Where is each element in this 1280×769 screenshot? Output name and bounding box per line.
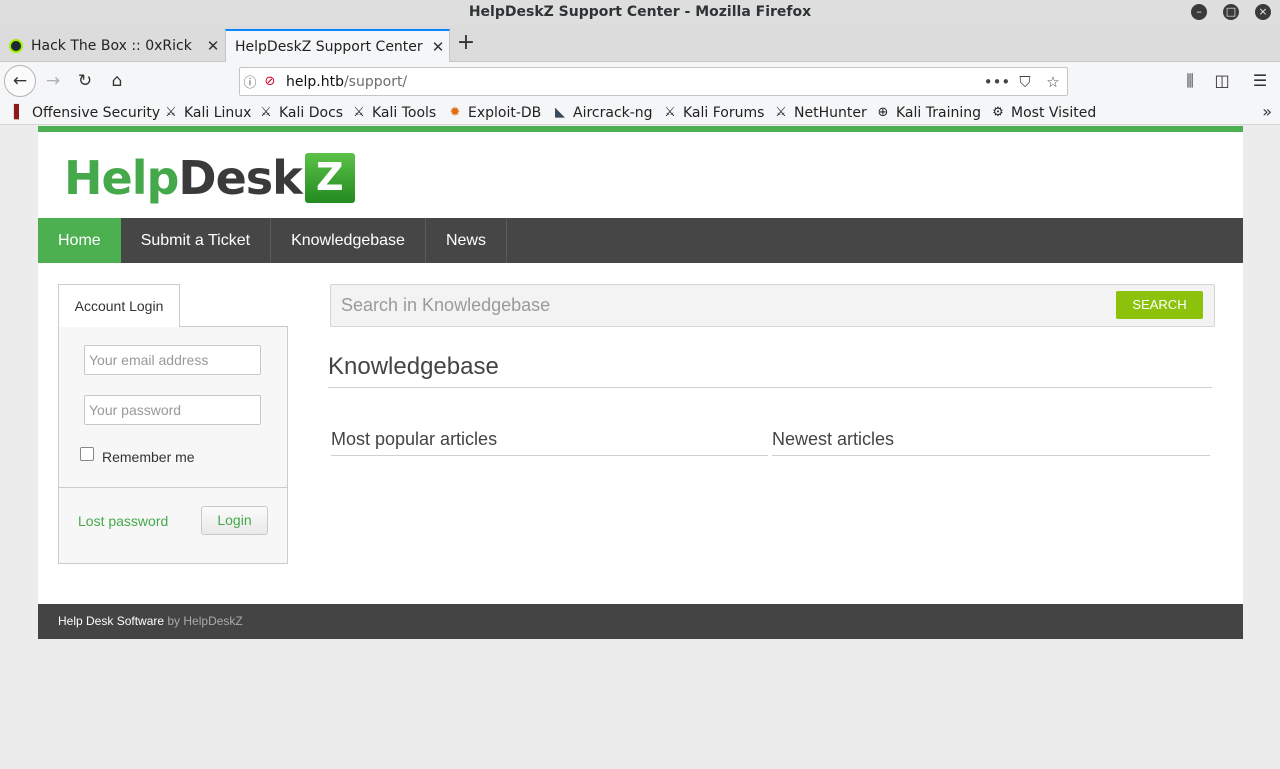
bookmarks-overflow-icon[interactable]: » [1262, 102, 1272, 121]
logo-text-help: Help [64, 151, 179, 205]
password-field[interactable] [84, 395, 261, 425]
htb-favicon-icon [9, 38, 23, 53]
login-panel: Remember me Lost password Login [58, 326, 288, 564]
offsec-icon: ▌ [14, 105, 24, 120]
bookmark-label: Kali Training [896, 105, 981, 121]
popular-articles-heading: Most popular articles [331, 429, 498, 449]
info-icon[interactable]: ⓘ [240, 72, 260, 91]
page-title: Knowledgebase [328, 353, 499, 380]
bookmark-kali-tools[interactable]: ⚔ Kali Tools [351, 103, 436, 123]
globe-icon: ⊕ [877, 105, 889, 120]
bookmark-offensive-security[interactable]: ▌ Offensive Security [11, 103, 160, 123]
title-divider [328, 387, 1212, 388]
logo-text-desk: Desk [178, 151, 302, 205]
bookmark-label: NetHunter [794, 105, 867, 121]
pocket-icon[interactable]: ⛉ [1011, 73, 1039, 91]
url-text[interactable]: help.htb/support/ [280, 74, 983, 90]
menu-item-news[interactable]: News [426, 218, 507, 263]
kali-icon: ⚔ [165, 105, 177, 120]
window-title: HelpDeskZ Support Center - Mozilla Firef… [468, 4, 812, 20]
home-icon[interactable]: ⌂ [102, 66, 132, 96]
minimize-icon[interactable]: – [1191, 4, 1207, 20]
window-titlebar: HelpDeskZ Support Center - Mozilla Firef… [0, 0, 1280, 25]
menu-item-knowledgebase[interactable]: Knowledgebase [271, 218, 426, 263]
bookmark-kali-training[interactable]: ⊕ Kali Training [875, 103, 981, 123]
bookmark-exploit-db[interactable]: ✹ Exploit-DB [447, 103, 542, 123]
kb-search-bar: SEARCH [330, 284, 1215, 327]
login-divider [59, 487, 287, 488]
new-tab-icon[interactable]: + [455, 30, 477, 58]
bookmark-label: Aircrack-ng [573, 105, 653, 121]
kali-icon: ⚔ [260, 105, 272, 120]
bookmark-star-icon[interactable]: ☆ [1039, 73, 1067, 91]
tab-bar: Hack The Box :: 0xRick ✕ HelpDeskZ Suppo… [0, 25, 1280, 63]
bookmark-label: Most Visited [1011, 105, 1097, 121]
remember-me-label[interactable]: Remember me [102, 449, 195, 465]
bookmark-label: Kali Tools [372, 105, 437, 121]
kb-search-input[interactable] [331, 285, 1111, 326]
helpdeskz-logo[interactable]: Help Desk Z [64, 148, 355, 208]
tab-label: HelpDeskZ Support Center [235, 39, 423, 55]
exploitdb-icon: ✹ [449, 105, 461, 120]
newest-articles-heading: Newest articles [772, 429, 895, 449]
tab-label: Hack The Box :: 0xRick [31, 37, 192, 54]
aircrack-icon: ◣ [555, 105, 565, 120]
bookmark-label: Kali Linux [184, 105, 252, 121]
newest-divider [772, 455, 1210, 456]
page-actions-icon[interactable]: ••• [983, 73, 1011, 91]
bookmark-kali-docs[interactable]: ⚔ Kali Docs [258, 103, 343, 123]
account-login-tab[interactable]: Account Login [58, 284, 180, 327]
bookmark-most-visited[interactable]: ⚙ Most Visited [990, 103, 1096, 123]
kali-icon: ⚔ [775, 105, 787, 120]
bookmark-label: Kali Forums [683, 105, 765, 121]
url-bar[interactable]: ⓘ ⊘ help.htb/support/ ••• ⛉ ☆ [239, 67, 1068, 96]
menu-item-home[interactable]: Home [38, 218, 121, 263]
login-button[interactable]: Login [201, 506, 268, 535]
url-host: help.htb [286, 73, 344, 90]
footer-text: by HelpDeskZ [164, 614, 243, 628]
footer-link[interactable]: Help Desk Software [58, 614, 164, 628]
bookmarks-toolbar: ▌ Offensive Security ⚔ Kali Linux ⚔ Kali Do… [0, 100, 1280, 125]
main-menu: Home Submit a Ticket Knowledgebase News [38, 218, 1243, 263]
bookmark-nethunter[interactable]: ⚔ NetHunter [773, 103, 867, 123]
site-footer: Help Desk Software by HelpDeskZ [38, 604, 1243, 639]
bookmark-label: Offensive Security [32, 105, 161, 121]
gear-icon: ⚙ [992, 105, 1004, 120]
library-icon[interactable]: ⫼ [1175, 66, 1205, 96]
forward-icon[interactable]: → [38, 66, 68, 96]
bookmark-kali-linux[interactable]: ⚔ Kali Linux [163, 103, 251, 123]
close-tab-icon[interactable]: ✕ [202, 37, 224, 55]
popular-divider [331, 455, 768, 456]
logo-z-badge: Z [304, 153, 355, 203]
close-tab-icon[interactable]: ✕ [427, 38, 449, 56]
lost-password-link[interactable]: Lost password [78, 513, 168, 529]
page-viewport: Help Desk Z Home Submit a Ticket Knowledge… [0, 126, 1280, 769]
bookmark-label: Exploit-DB [468, 105, 542, 121]
url-path: /support/ [343, 73, 408, 90]
sidebar-icon[interactable]: ◫ [1207, 66, 1237, 96]
back-icon[interactable]: ← [4, 65, 36, 97]
menu-item-submit-ticket[interactable]: Submit a Ticket [121, 218, 272, 263]
close-window-icon[interactable]: × [1255, 4, 1271, 20]
bookmark-kali-forums[interactable]: ⚔ Kali Forums [662, 103, 764, 123]
email-field[interactable] [84, 345, 261, 375]
maximize-icon[interactable]: □ [1223, 4, 1239, 20]
tab-hackthebox[interactable]: Hack The Box :: 0xRick ✕ [0, 29, 224, 62]
search-button[interactable]: SEARCH [1116, 291, 1203, 319]
navigation-toolbar: ← → ↻ ⌂ ⓘ ⊘ help.htb/support/ ••• ⛉ ☆ ⫼ … [0, 62, 1280, 100]
bookmark-aircrack-ng[interactable]: ◣ Aircrack-ng [552, 103, 653, 123]
kali-icon: ⚔ [353, 105, 365, 120]
reload-icon[interactable]: ↻ [70, 66, 100, 96]
kali-icon: ⚔ [664, 105, 676, 120]
insecure-lock-icon[interactable]: ⊘ [260, 74, 280, 89]
remember-me-checkbox[interactable] [80, 447, 94, 461]
hamburger-menu-icon[interactable]: ☰ [1245, 66, 1275, 96]
site-container: Help Desk Z Home Submit a Ticket Knowledge… [38, 126, 1243, 639]
tab-helpdeskz[interactable]: HelpDeskZ Support Center ✕ [225, 29, 450, 63]
bookmark-label: Kali Docs [279, 105, 344, 121]
